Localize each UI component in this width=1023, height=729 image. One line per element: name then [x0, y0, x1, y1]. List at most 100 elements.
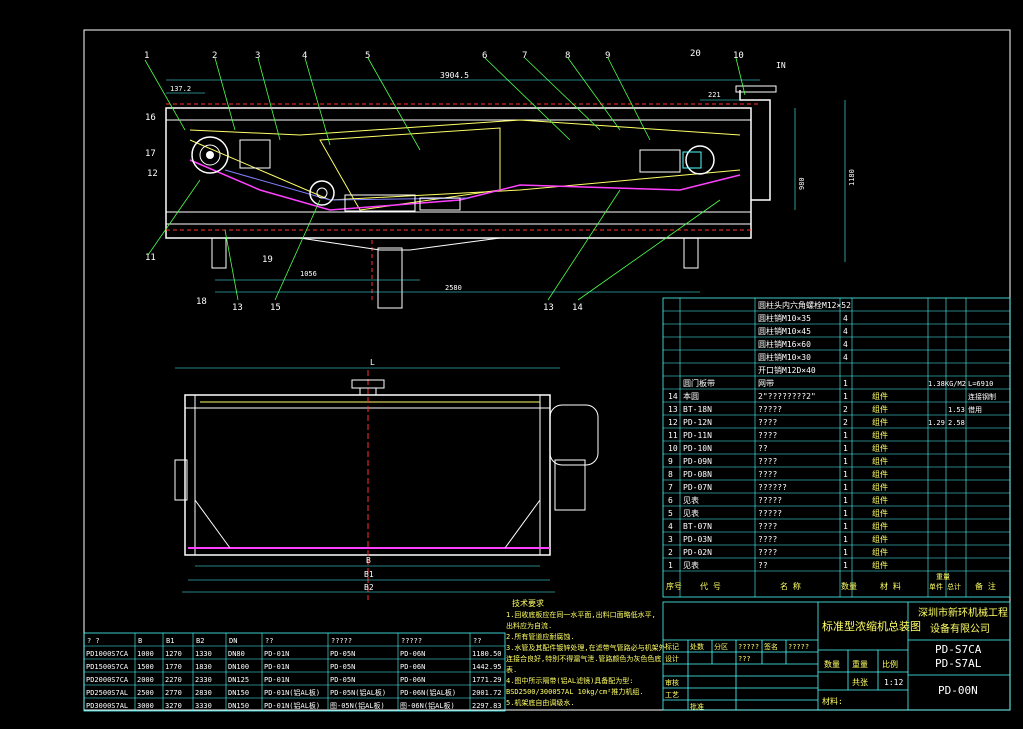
bom-table: 圆柱头内六角螺栓M12×52圆柱销M10×354圆柱销M10×454圆柱销M16…	[663, 298, 1010, 597]
spec-cell: 3000	[137, 702, 154, 710]
tech-note-line: 1.回收底板应在同一水平面,出料口面略低水平,	[506, 610, 656, 619]
bom-code: 本圆	[683, 391, 699, 401]
spec-cell: 2770	[165, 689, 182, 697]
bom-material: 组件	[872, 469, 888, 479]
spec-cell: 2001.72	[472, 689, 502, 697]
tech-note-line: 表.	[506, 665, 517, 674]
spec-cell: PD-01N	[264, 663, 289, 671]
bom-code: PD-02N	[683, 548, 712, 557]
dim-L: L	[370, 358, 375, 367]
spec-header-cell: B	[138, 637, 142, 645]
bom-code: 见表	[683, 560, 699, 570]
title-block-label: 标记	[665, 642, 679, 651]
dim-B2: B2	[364, 583, 374, 592]
bom-qty: 1	[843, 561, 848, 570]
bom-qty: 1	[843, 509, 848, 518]
bom-name: ????	[758, 522, 777, 531]
tech-note-line: 3.水管及其配件镀锌处理,在滤带气管路必与机架外	[506, 643, 666, 652]
dim-980: 980	[798, 177, 806, 190]
tech-note-line: 4.图中所示隔带(铝AL滤镜)具备配为型:	[506, 676, 634, 685]
model-2: PD-S7AL	[935, 657, 982, 670]
callout-20: 19	[262, 255, 273, 265]
bom-name: 圆柱销M16×60	[758, 339, 811, 349]
title-block-label: 分区	[714, 642, 728, 651]
bom-code: PD-03N	[683, 535, 712, 544]
bom-qty: 1	[843, 483, 848, 492]
bom-note: L=6910	[968, 380, 993, 388]
dim-length: 3904.5	[440, 71, 469, 80]
bom-no: 7	[668, 483, 673, 492]
bom-material: 组件	[872, 560, 888, 570]
bom-header-unit: 单件	[929, 582, 943, 591]
bom-no: 13	[668, 405, 678, 414]
spec-cell: 3270	[165, 702, 182, 710]
model-1: PD-S7CA	[935, 643, 982, 656]
title-block-label: ?????	[788, 643, 809, 651]
bom-code: 见表	[683, 508, 699, 518]
callout-3: 3	[255, 51, 260, 61]
tech-note-line: 出料应为自流.	[506, 621, 552, 630]
spec-cell: PD3000S7AL	[86, 702, 128, 710]
bom-name: 圆柱销M10×30	[758, 352, 811, 362]
bom-no: 8	[668, 470, 673, 479]
dim-1056: 1056	[300, 270, 317, 278]
bom-no: 3	[668, 535, 673, 544]
bom-material: 组件	[872, 430, 888, 440]
spec-header-cell: ??	[265, 637, 273, 645]
spec-cell: DN150	[228, 702, 249, 710]
spec-cell: PD2000S7CA	[86, 676, 129, 684]
bom-qty: 1	[843, 431, 848, 440]
callout-7: 7	[522, 51, 527, 61]
bom-name: 圆柱销M10×35	[758, 313, 811, 323]
callout-12: 12	[147, 169, 158, 179]
inlet-pipe	[740, 90, 770, 200]
spec-cell: DN150	[228, 689, 249, 697]
bom-name: ?????	[758, 405, 782, 414]
title-block-label: 设计	[665, 654, 679, 663]
material-label: 材料:	[822, 696, 843, 706]
spec-cell: 2830	[195, 689, 212, 697]
spec-cell: 1000	[137, 650, 154, 658]
spec-cell: 2270	[165, 676, 182, 684]
spec-header-cell: ?????	[331, 637, 352, 645]
spec-cell: 1770	[165, 663, 182, 671]
bom-qty: 4	[843, 327, 848, 336]
callout-5: 5	[365, 51, 370, 61]
spec-cell: 1270	[165, 650, 182, 658]
bom-qty: 1	[843, 522, 848, 531]
callout-10: 10	[733, 51, 744, 61]
discharge-chute	[378, 248, 402, 308]
drawing-code: PD-00N	[938, 684, 978, 697]
title-block-label: ?????	[738, 643, 759, 651]
bom-no: 4	[668, 522, 673, 531]
bom-header-total: 总计	[947, 582, 961, 591]
bom-name: 网带	[758, 379, 774, 388]
spec-cell: PD-06N	[400, 650, 425, 658]
scale-label: 比例	[882, 659, 898, 669]
spec-cell: 图-06N(铝AL板)	[400, 701, 455, 710]
bom-code: 圆门板带	[683, 378, 715, 388]
company-name-1: 深圳市新环机械工程	[918, 606, 1008, 619]
spec-cell: 图-05N(铝AL板)	[330, 701, 385, 710]
bom-weight-unit: 1.29	[928, 419, 945, 427]
spec-cell: 1442.95	[472, 663, 502, 671]
filter-tank	[320, 128, 500, 210]
spec-cell: PD-05N	[330, 663, 355, 671]
callout-19: 18	[196, 297, 207, 307]
spec-cell: DN80	[228, 650, 245, 658]
bom-material: 组件	[872, 456, 888, 466]
bom-name: ????	[758, 535, 777, 544]
bom-material: 组件	[872, 482, 888, 492]
callout-9: 9	[605, 51, 610, 61]
bom-header-weight: 重量	[936, 573, 950, 581]
bom-qty: 1	[843, 444, 848, 453]
spec-header-cell: B2	[196, 637, 204, 645]
bom-name: ????	[758, 457, 777, 466]
cad-drawing: 1 2 3 4 5 6 7 8 9 10 11 12 13 13 14 15 1…	[0, 0, 1023, 729]
callout-15: 14	[572, 303, 583, 313]
bom-name: 圆柱销M10×45	[758, 326, 811, 336]
tech-note-line: BSD2500/300057AL 10kg/cm²推力机组.	[506, 687, 644, 696]
bom-qty: 1	[843, 535, 848, 544]
tech-notes-heading: 技术要求	[512, 598, 544, 608]
callout-8: 8	[565, 51, 570, 61]
